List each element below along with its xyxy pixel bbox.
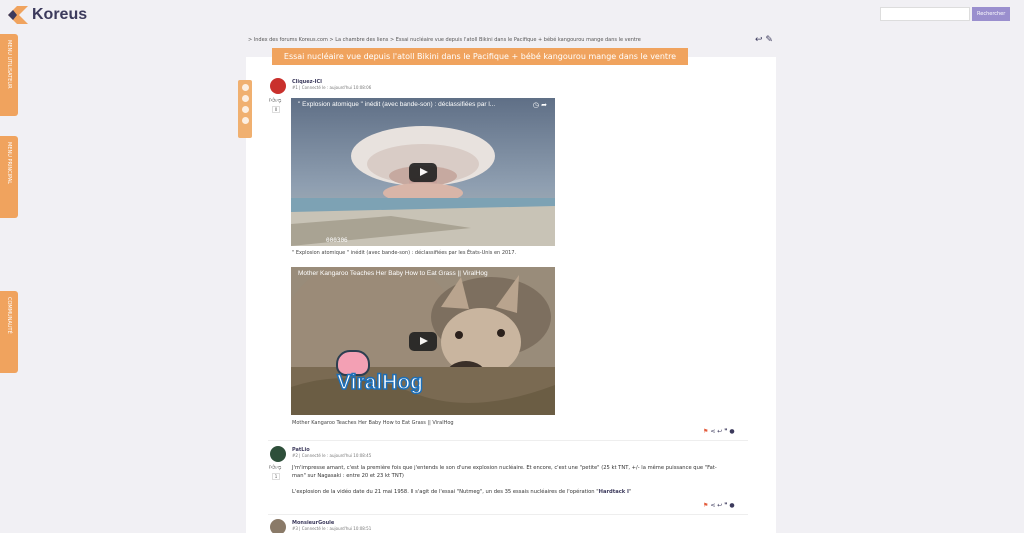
vote-controls: 👍︎👎︎ 0 [269, 96, 281, 113]
post-actions: ⚑ ⋖ ↩ ❞ ● [703, 428, 735, 435]
thread-side-tools [238, 80, 252, 138]
post-text-line: man" sur Nagasaki : entre 20 et 23 kt TN… [292, 473, 404, 479]
reply-icon[interactable]: ↩ [755, 35, 763, 45]
flag-icon[interactable]: ⚑ [703, 502, 708, 509]
play-button[interactable] [409, 332, 437, 351]
logo-text: Koreus [32, 6, 88, 23]
post-actions: ⚑ ⋖ ↩ ❞ ● [703, 502, 735, 509]
video-title[interactable]: " Explosion atomique " inédit (avec band… [298, 101, 519, 108]
side-tab-user-menu[interactable]: MENU UTILISATEUR [0, 34, 18, 116]
tool-icon-3[interactable] [241, 106, 249, 113]
share-icon[interactable]: ⋖ [710, 428, 715, 435]
side-tab-main-menu[interactable]: MENU PRINCIPAL [0, 136, 18, 218]
video-caption: " Explosion atomique " inédit (avec band… [292, 250, 517, 256]
post-text: J'm'impresse amant, c'est la première fo… [292, 464, 747, 496]
koreus-logo-icon [8, 6, 28, 24]
quote-icon[interactable]: ❞ [724, 428, 727, 435]
more-icon[interactable]: ● [729, 428, 734, 435]
video-timecode: 000306 [326, 237, 348, 244]
search-button[interactable]: Rechercher [972, 7, 1011, 21]
post-text-line: J'm'impresse amant, c'est la première fo… [292, 465, 717, 471]
post-text-line: L'explosion de la vidéo date du 21 mai 1… [292, 489, 632, 495]
post-header: Cliquez-ICI #1 | Connecté le : aujourd'h… [292, 79, 371, 90]
vote-controls: 👍︎👎︎ 1 [269, 463, 281, 480]
post-header: MonsieurGoule #3 | Connecté le : aujourd… [292, 520, 371, 531]
video-caption: Mother Kangaroo Teaches Her Baby How to … [292, 420, 454, 426]
post-divider [268, 514, 748, 515]
breadcrumb[interactable]: > Index des forums Koreus.com > La chamb… [248, 37, 641, 43]
edit-icon[interactable]: ✎ [765, 35, 773, 45]
clock-icon[interactable]: ◷ [533, 101, 539, 109]
search-input[interactable] [880, 7, 970, 21]
share-icon[interactable]: ➦ [541, 101, 547, 109]
avatar[interactable] [270, 446, 286, 462]
quote-icon[interactable]: ❞ [724, 502, 727, 509]
video-title[interactable]: Mother Kangaroo Teaches Her Baby How to … [298, 270, 545, 277]
tool-icon-4[interactable] [241, 117, 249, 124]
post-meta: #3 | Connecté le : aujourd'hui 10:08:51 [292, 526, 372, 531]
koreus-logo[interactable]: Koreus [8, 6, 87, 24]
reply-icon[interactable]: ↩ [717, 428, 722, 435]
post-meta: #1 | Connecté le : aujourd'hui 10:08:06 [292, 85, 372, 90]
hardtack-link[interactable]: Hardtack I [599, 489, 629, 495]
tool-icon-2[interactable] [241, 95, 249, 102]
share-icon[interactable]: ⋖ [710, 502, 715, 509]
video-embed-kangaroo[interactable]: Mother Kangaroo Teaches Her Baby How to … [291, 267, 555, 415]
flag-icon[interactable]: ⚑ [703, 428, 708, 435]
viralhog-watermark: ViralHog [336, 370, 423, 395]
tool-icon-1[interactable] [241, 84, 249, 91]
vote-count: 0 [272, 106, 280, 113]
video-header-icons: ◷ ➦ [533, 101, 547, 109]
post-divider [268, 440, 748, 441]
avatar[interactable] [270, 519, 286, 533]
post-header: PatLio #2 | Connecté le : aujourd'hui 10… [292, 447, 371, 458]
avatar[interactable] [270, 78, 286, 94]
play-button[interactable] [409, 163, 437, 182]
search-bar: Rechercher [880, 7, 1011, 21]
thread-tools: ↩ ✎ [755, 35, 773, 45]
thread-title: Essai nucléaire vue depuis l'atoll Bikin… [272, 48, 688, 65]
video-embed-nuclear[interactable]: " Explosion atomique " inédit (avec band… [291, 98, 555, 246]
vote-count: 1 [272, 473, 280, 480]
side-tab-community[interactable]: COMMUNAUTÉ [0, 291, 18, 373]
post-meta: #2 | Connecté le : aujourd'hui 10:08:45 [292, 453, 372, 458]
thumbs-down-icon[interactable]: 👎︎ [275, 97, 281, 104]
more-icon[interactable]: ● [729, 502, 734, 509]
thumbs-down-icon[interactable]: 👎︎ [275, 464, 281, 471]
reply-icon[interactable]: ↩ [717, 502, 722, 509]
